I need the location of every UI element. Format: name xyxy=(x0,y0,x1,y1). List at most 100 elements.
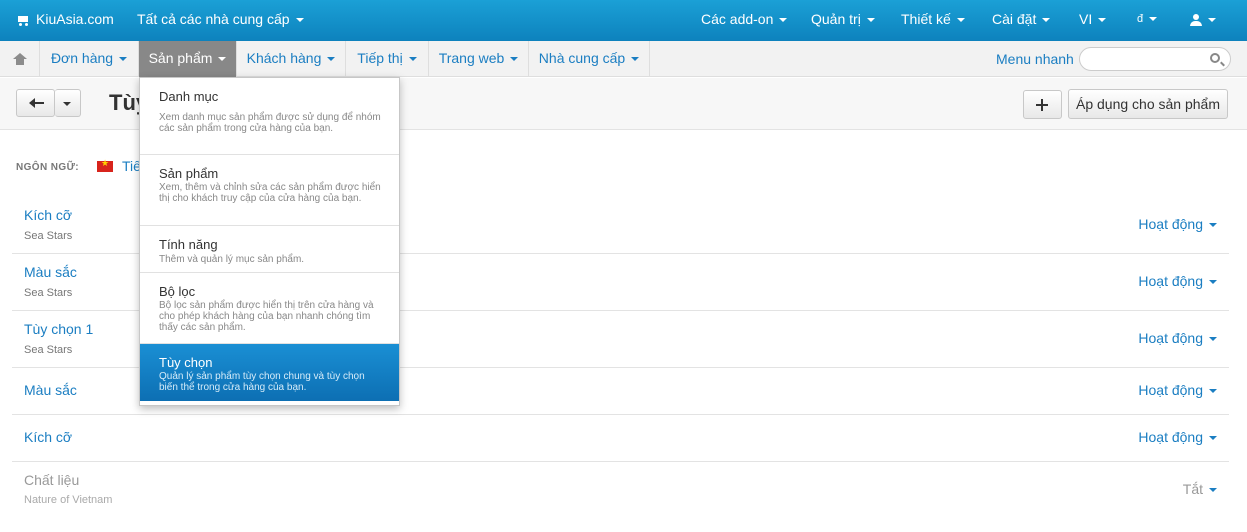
option-name-link[interactable]: Chất liệu xyxy=(24,472,79,488)
currency-menu-label: đ xyxy=(1137,13,1144,25)
option-vendor: Nature of Vietnam xyxy=(24,494,113,506)
search-input[interactable] xyxy=(1079,47,1231,71)
chevron-down-icon xyxy=(1209,389,1217,394)
nav-website-label: Trang web xyxy=(438,50,505,66)
chevron-down-icon xyxy=(1209,436,1217,441)
status-dropdown[interactable]: Hoạt động xyxy=(1138,216,1217,232)
chevron-down-icon xyxy=(63,102,71,106)
user-icon xyxy=(1190,14,1202,27)
table-row: Kích cỡ Hoạt động xyxy=(12,415,1229,462)
menu-item-title: Tùy chọn xyxy=(159,355,213,370)
vendor-selector-label: Tất cả các nhà cung cấp xyxy=(137,11,290,27)
option-name-link[interactable]: Kích cỡ xyxy=(24,207,72,223)
menu-item-features[interactable]: Tính năng Thêm và quản lý mục sản phẩm. xyxy=(140,226,399,273)
chevron-down-icon xyxy=(1098,18,1107,23)
option-name-link[interactable]: Màu sắc xyxy=(24,264,77,280)
chevron-down-icon xyxy=(408,57,417,62)
chevron-down-icon xyxy=(866,18,875,23)
nav-products[interactable]: Sản phẩm xyxy=(139,41,237,77)
chevron-down-icon xyxy=(1209,280,1217,285)
plus-icon xyxy=(1036,99,1048,111)
admin-menu[interactable]: Quản trị xyxy=(811,0,875,41)
language-label: NGÔN NGỮ: xyxy=(16,162,80,173)
menu-item-options[interactable]: Tùy chọn Quản lý sản phẩm tùy chọn chung… xyxy=(140,344,399,401)
menu-item-products[interactable]: Sản phẩm Xem, thêm và chỉnh sửa các sản … xyxy=(140,155,399,226)
option-vendor: Sea Stars xyxy=(24,230,73,242)
menu-item-title: Sản phẩm xyxy=(159,166,219,181)
search-icon[interactable] xyxy=(1210,53,1220,63)
status-label: Hoạt động xyxy=(1138,330,1203,346)
nav-marketing-label: Tiếp thị xyxy=(357,50,403,66)
status-label: Hoạt động xyxy=(1138,382,1203,398)
status-dropdown[interactable]: Hoạt động xyxy=(1138,330,1217,346)
chevron-down-icon xyxy=(327,57,336,62)
status-label: Hoạt động xyxy=(1138,273,1203,289)
addons-menu[interactable]: Các add-on xyxy=(701,0,788,41)
status-label: Hoạt động xyxy=(1138,429,1203,445)
menu-item-filters[interactable]: Bộ lọc Bộ lọc sản phẩm được hiển thị trê… xyxy=(140,273,399,344)
addons-menu-label: Các add-on xyxy=(701,11,774,27)
option-name-link[interactable]: Tùy chọn 1 xyxy=(24,321,93,337)
chevron-down-icon xyxy=(1209,337,1217,342)
home-button[interactable] xyxy=(0,41,40,77)
quick-menu-link[interactable]: Menu nhanh xyxy=(996,41,1074,77)
chevron-down-icon xyxy=(119,57,128,62)
table-row: Chất liệu Nature of Vietnam Tắt xyxy=(12,462,1229,526)
vendor-selector[interactable]: Tất cả các nhà cung cấp xyxy=(137,0,304,41)
account-menu[interactable] xyxy=(1190,0,1216,41)
status-dropdown[interactable]: Hoạt động xyxy=(1138,382,1217,398)
design-menu[interactable]: Thiết kế xyxy=(901,0,965,41)
menu-item-description: Quản lý sản phẩm tùy chọn chung và tùy c… xyxy=(159,371,365,393)
chevron-down-icon xyxy=(218,57,227,62)
chevron-down-icon xyxy=(1209,488,1217,493)
currency-menu[interactable]: đ xyxy=(1137,0,1158,41)
menu-item-title: Danh mục xyxy=(159,89,219,104)
nav-vendors-label: Nhà cung cấp xyxy=(538,50,626,66)
products-dropdown-menu: Danh mục Xem danh mục sản phẩm được sử d… xyxy=(139,77,400,406)
chevron-down-icon xyxy=(956,18,965,23)
status-dropdown[interactable]: Hoạt động xyxy=(1138,273,1217,289)
option-vendor: Sea Stars xyxy=(24,287,73,299)
settings-menu[interactable]: Cài đặt xyxy=(992,0,1051,41)
chevron-down-icon xyxy=(1149,17,1158,22)
menu-item-description: Xem, thêm và chỉnh sửa các sản phẩm được… xyxy=(159,182,381,204)
nav-vendors[interactable]: Nhà cung cấp xyxy=(529,41,650,77)
cart-icon xyxy=(16,15,30,26)
menu-item-description: Bộ lọc sản phẩm được hiển thị trên cửa h… xyxy=(159,300,374,333)
option-name-link[interactable]: Kích cỡ xyxy=(24,429,72,445)
apply-to-products-button[interactable]: Áp dụng cho sản phẩm xyxy=(1068,89,1228,119)
nav-marketing[interactable]: Tiếp thị xyxy=(346,41,429,77)
nav-website[interactable]: Trang web xyxy=(429,41,529,77)
arrow-left-icon xyxy=(29,98,44,108)
language-menu[interactable]: VI xyxy=(1079,0,1107,41)
menu-item-title: Tính năng xyxy=(159,237,218,252)
home-icon xyxy=(13,53,27,65)
option-vendor: Sea Stars xyxy=(24,344,73,356)
main-nav: Đơn hàng Sản phẩm Khách hàng Tiếp thị Tr… xyxy=(0,41,1247,77)
nav-products-label: Sản phẩm xyxy=(148,50,213,66)
design-menu-label: Thiết kế xyxy=(901,11,951,27)
back-dropdown-button[interactable] xyxy=(55,89,81,117)
nav-orders[interactable]: Đơn hàng xyxy=(40,41,139,77)
brand-link[interactable]: KiuAsia.com xyxy=(16,0,114,41)
menu-item-description: Thêm và quản lý mục sản phẩm. xyxy=(159,254,305,265)
top-bar: KiuAsia.com Tất cả các nhà cung cấp Các … xyxy=(0,0,1247,41)
back-button[interactable] xyxy=(16,89,55,117)
status-label: Tắt xyxy=(1182,481,1203,497)
nav-orders-label: Đơn hàng xyxy=(50,50,114,66)
chevron-down-icon xyxy=(295,18,304,23)
vietnam-flag-icon xyxy=(97,158,113,172)
menu-item-categories[interactable]: Danh mục Xem danh mục sản phẩm được sử d… xyxy=(140,78,399,155)
status-dropdown[interactable]: Hoạt động xyxy=(1138,429,1217,445)
chevron-down-icon xyxy=(1208,18,1216,23)
chevron-down-icon xyxy=(510,57,519,62)
status-label: Hoạt động xyxy=(1138,216,1203,232)
nav-customers-label: Khách hàng xyxy=(246,50,322,66)
nav-customers[interactable]: Khách hàng xyxy=(237,41,346,77)
language-menu-label: VI xyxy=(1079,11,1093,27)
chevron-down-icon xyxy=(779,18,788,23)
status-dropdown[interactable]: Tắt xyxy=(1183,481,1217,497)
settings-menu-label: Cài đặt xyxy=(992,11,1037,27)
add-button[interactable] xyxy=(1023,90,1062,119)
option-name-link[interactable]: Màu sắc xyxy=(24,382,77,398)
